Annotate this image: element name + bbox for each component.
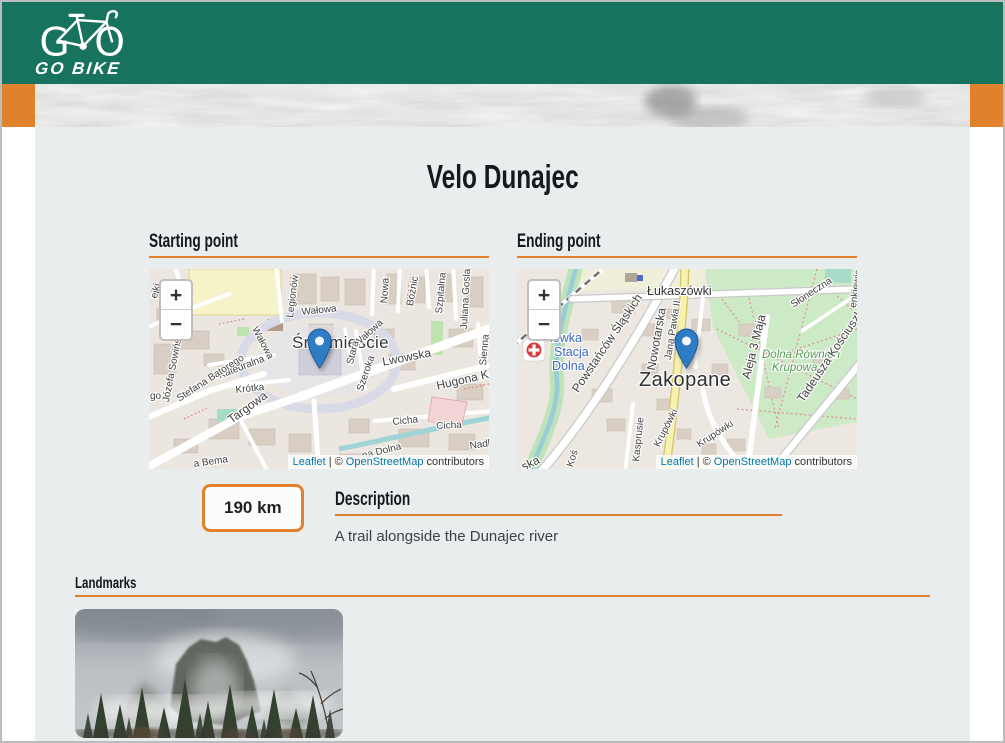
content: Velo Dunajec Starting point bbox=[35, 127, 970, 741]
zoom-in-button[interactable]: + bbox=[529, 281, 559, 310]
landmarks-section: Landmarks bbox=[75, 575, 930, 739]
info-row: 190 km Description A trail alongside the… bbox=[202, 484, 970, 545]
ending-point-section: Ending point bbox=[517, 232, 857, 469]
end-map-tiles bbox=[517, 269, 857, 469]
attribution-separator: | © bbox=[329, 456, 343, 468]
start-map-tiles bbox=[149, 269, 489, 469]
zoom-in-button[interactable]: + bbox=[161, 281, 191, 310]
landmark-photo bbox=[75, 609, 343, 738]
app-header: G O GO BIKE bbox=[2, 2, 1003, 84]
map-attribution: Leaflet | © OpenStreetMap contributors bbox=[288, 455, 489, 469]
leaflet-link[interactable]: Leaflet bbox=[293, 456, 326, 468]
banner-orange-square-right bbox=[970, 84, 1003, 127]
ending-point-map[interactable]: Łukaszówki łówka Stacja Dolna Zakopane D… bbox=[517, 269, 857, 469]
description-heading: Description bbox=[335, 490, 782, 516]
osm-link[interactable]: OpenStreetMap bbox=[714, 456, 792, 468]
attribution-suffix: contributors bbox=[795, 456, 852, 468]
map-attribution: Leaflet | © OpenStreetMap contributors bbox=[656, 455, 857, 469]
bicycle-logo-icon: G O bbox=[35, 7, 135, 61]
browser-page: G O GO BIKE bbox=[0, 0, 1005, 743]
banner-orange-square-left bbox=[2, 84, 35, 127]
zoom-out-button[interactable]: − bbox=[529, 310, 559, 339]
zoom-out-button[interactable]: − bbox=[161, 310, 191, 339]
maps-row: Starting point bbox=[149, 232, 856, 469]
map-zoom-control: + − bbox=[527, 279, 561, 341]
go-bike-logo[interactable]: G O GO BIKE bbox=[35, 7, 135, 79]
attribution-suffix: contributors bbox=[427, 456, 484, 468]
map-zoom-control: + − bbox=[159, 279, 193, 341]
starting-point-heading: Starting point bbox=[149, 232, 489, 258]
starting-point-section: Starting point bbox=[149, 232, 489, 469]
brand-text: GO BIKE bbox=[34, 59, 122, 79]
banner bbox=[2, 84, 1003, 127]
attribution-separator: | © bbox=[697, 456, 711, 468]
description-block: Description A trail alongside the Dunaje… bbox=[335, 484, 782, 545]
banner-texture-image bbox=[35, 84, 970, 127]
leaflet-link[interactable]: Leaflet bbox=[661, 456, 694, 468]
description-text: A trail alongside the Dunajec river bbox=[335, 528, 782, 545]
svg-text:G: G bbox=[39, 20, 69, 61]
ending-point-heading: Ending point bbox=[517, 232, 857, 258]
page-title: Velo Dunajec bbox=[35, 158, 970, 196]
starting-point-map[interactable]: Śródmieście Wałowa Wałowa Wałowa Legionó… bbox=[149, 269, 489, 469]
landmarks-heading: Landmarks bbox=[75, 575, 930, 598]
svg-text:O: O bbox=[94, 20, 125, 61]
distance-badge: 190 km bbox=[202, 484, 304, 532]
osm-link[interactable]: OpenStreetMap bbox=[346, 456, 424, 468]
